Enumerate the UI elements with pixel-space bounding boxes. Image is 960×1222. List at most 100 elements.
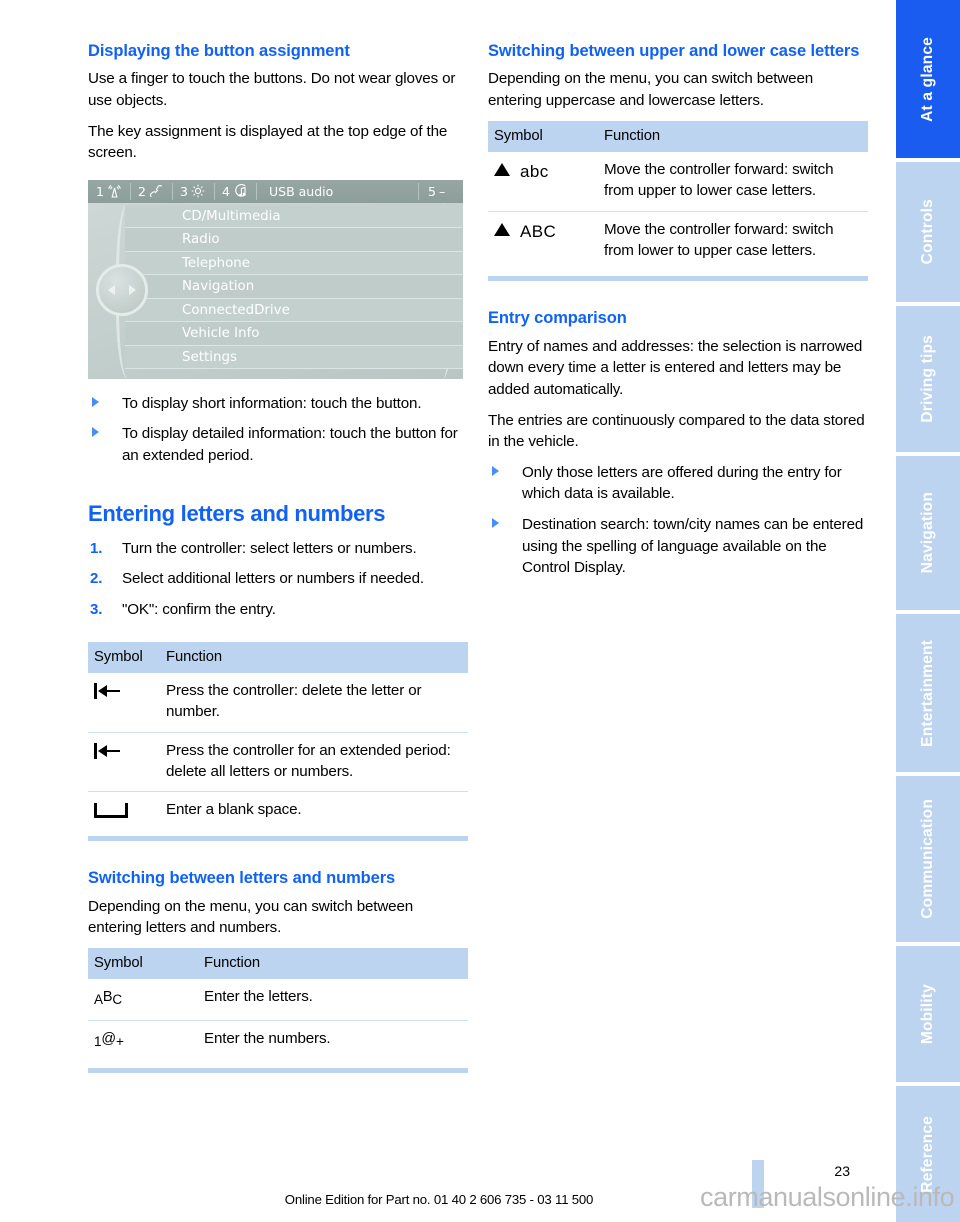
sidebar-tab-label: Navigation <box>919 492 936 574</box>
menu-item-radio[interactable]: Radio <box>125 228 463 252</box>
table-body: abc Move the controller forward: switch … <box>488 151 868 271</box>
dash-icon: – <box>438 183 446 199</box>
phone-handset-icon <box>149 184 162 197</box>
symbol-cell: ABC <box>88 979 198 1022</box>
idrive-topbar-source: USB audio <box>264 182 338 201</box>
bullet-text: To display detailed information: touch t… <box>122 425 458 464</box>
antenna-signal-icon <box>108 184 121 198</box>
letters-abc-icon: ABC <box>94 989 122 1008</box>
sidebar-tab-label: At a glance <box>919 36 936 122</box>
sidebar-tab-label: Entertainment <box>919 639 936 747</box>
sidebar-tab-communication[interactable]: Communication <box>896 776 960 942</box>
idrive-controller-knob-icon <box>96 263 148 316</box>
sidebar-tab-label: Reference <box>919 1115 936 1193</box>
function-cell: Move the controller forward: switch from… <box>604 220 834 259</box>
left-arrow-icon <box>108 284 115 295</box>
bullet-list-button-info: To display short information: touch the … <box>88 393 468 467</box>
paragraph-switching-letters-numbers: Depending on the menu, you can switch be… <box>88 897 414 937</box>
sidebar-tab-at-a-glance[interactable]: At a glance <box>896 0 960 158</box>
space-bar-icon <box>94 802 128 818</box>
table-row: ABC Move the controller forward: switch … <box>488 211 868 270</box>
topbar-number-4: 4 <box>222 183 230 199</box>
table-footer-bar <box>88 1067 468 1073</box>
column-header-function: Function <box>198 948 468 980</box>
edition-footer-line: Online Edition for Part no. 01 40 2 606 … <box>284 1192 594 1207</box>
sidebar-tab-navigation[interactable]: Navigation <box>896 456 960 610</box>
column-header-function: Function <box>598 120 868 152</box>
triangle-up-icon <box>494 223 510 237</box>
paragraph-switching-case: Depending on the menu, you can switch be… <box>488 70 814 110</box>
uppercase-abc-label: ABC <box>520 221 557 241</box>
gear-icon <box>191 185 205 198</box>
sidebar-tab-driving-tips[interactable]: Driving tips <box>896 306 960 452</box>
table-row: abc Move the controller forward: switch … <box>488 151 868 212</box>
table-row: 1@+ Enter the numbers. <box>88 1021 468 1062</box>
menu-item-settings[interactable]: Settings <box>125 345 463 370</box>
sidebar-tab-label: Controls <box>919 199 936 265</box>
backspace-delete-icon <box>94 742 128 759</box>
idrive-topbar-item-1: 1 <box>91 182 127 201</box>
list-item: To display detailed information: touch t… <box>88 423 468 466</box>
symbol-function-table-switching: Symbol Function ABC Enter the letters. 1… <box>88 948 468 1062</box>
menu-item-telephone[interactable]: Telephone <box>125 251 463 276</box>
topbar-number-2: 2 <box>138 183 146 199</box>
chapter-tabs-sidebar: At a glance Controls Driving tips Naviga… <box>896 0 960 1222</box>
menu-item-vehicle-info[interactable]: Vehicle Info <box>125 322 463 346</box>
table-header: Symbol Function <box>88 948 468 980</box>
sidebar-tab-label: Mobility <box>919 983 936 1045</box>
topbar-number-1: 1 <box>96 183 104 199</box>
function-cell: Press the controller: delete the letter … <box>160 672 468 733</box>
numbered-steps-entering: 1. Turn the controller: select letters o… <box>88 538 468 621</box>
menu-item-connecteddrive[interactable]: ConnectedDrive <box>125 298 463 323</box>
left-column: Displaying the button assignment Use a f… <box>88 40 468 1073</box>
symbol-cell: ABC <box>488 211 598 270</box>
bullet-triangle-icon <box>92 427 99 438</box>
symbol-cell: abc <box>488 151 598 212</box>
menu-item-navigation[interactable]: Navigation <box>125 275 463 299</box>
bullet-list-entry-comparison: Only those letters are offered during th… <box>488 462 868 579</box>
symbol-cell <box>88 672 160 733</box>
music-note-icon <box>235 184 247 197</box>
heading-switching-upper-lower-case: Switching between upper and lower case l… <box>488 42 860 60</box>
right-column: Switching between upper and lower case l… <box>488 40 868 588</box>
table-header: Symbol Function <box>488 120 868 152</box>
sidebar-tab-controls[interactable]: Controls <box>896 162 960 302</box>
list-item: To display short information: touch the … <box>88 393 468 415</box>
table-header: Symbol Function <box>88 641 468 673</box>
bullet-text: Only those letters are offered during th… <box>522 463 842 503</box>
column-header-function: Function <box>160 641 468 673</box>
column-header-symbol: Symbol <box>88 948 198 980</box>
sidebar-tab-reference[interactable]: Reference <box>896 1086 960 1222</box>
right-arrow-icon <box>129 284 136 295</box>
sidebar-tab-entertainment[interactable]: Entertainment <box>896 614 960 772</box>
sidebar-tab-label: Driving tips <box>919 335 936 423</box>
step-number: 1. <box>90 539 103 557</box>
idrive-topbar-item-2: 2 <box>133 182 169 201</box>
table-header-row: Symbol Function <box>88 948 468 980</box>
table-body: Press the controller: delete the letter … <box>88 672 468 831</box>
paragraph-entries-compared: The entries are continuously compared to… <box>488 411 865 451</box>
table-row: ABC Enter the letters. <box>88 979 468 1022</box>
idrive-topbar: 1 2 3 4 USB audio 5 – <box>88 179 463 203</box>
list-item: 1. Turn the controller: select letters o… <box>88 538 468 560</box>
topbar-divider-4 <box>256 182 257 200</box>
symbol-function-table-case: Symbol Function abc Move the controller … <box>488 120 868 271</box>
sidebar-tab-mobility[interactable]: Mobility <box>896 946 960 1082</box>
backspace-delete-icon <box>94 682 128 699</box>
menu-item-cd-multimedia[interactable]: CD/Multimedia <box>125 204 463 229</box>
heading-entering-letters-and-numbers: Entering letters and numbers <box>88 501 386 527</box>
symbol-cell <box>88 792 160 830</box>
topbar-source-label: USB audio <box>269 183 334 199</box>
function-cell: Press the controller for an extended per… <box>160 732 468 793</box>
triangle-up-icon <box>494 163 510 177</box>
list-item: Only those letters are offered during th… <box>488 462 868 505</box>
list-item: 2. Select additional letters or numbers … <box>88 568 468 590</box>
column-header-symbol: Symbol <box>488 120 598 152</box>
idrive-topbar-item-3: 3 <box>175 182 210 201</box>
paragraph-key-assignment: The key assignment is displayed at the t… <box>88 122 448 162</box>
step-text: "OK": confirm the entry. <box>122 601 276 619</box>
lowercase-abc-label: abc <box>520 161 549 181</box>
